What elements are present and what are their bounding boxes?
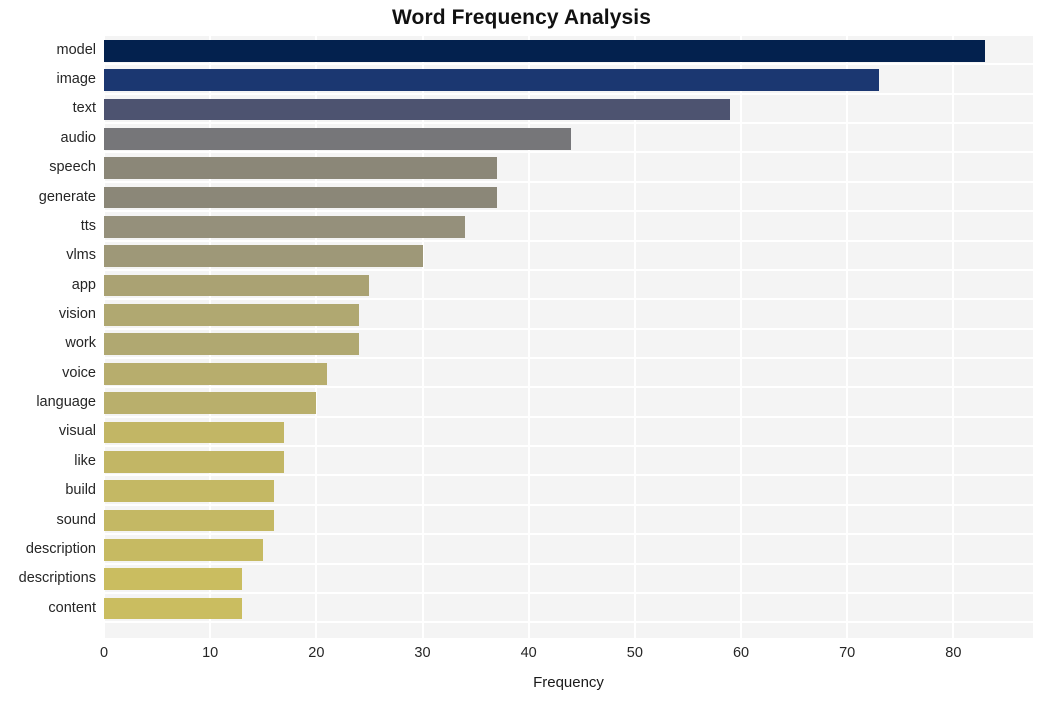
y-tick-label-generate: generate: [38, 188, 96, 205]
y-tick-label-language: language: [36, 394, 96, 411]
x-tick-label-30: 30: [414, 645, 431, 661]
y-tick-label-tts: tts: [80, 217, 96, 234]
x-axis-title: Frequency: [533, 674, 604, 691]
bar-model: [104, 39, 986, 62]
bar-audio: [104, 127, 572, 150]
row-band: [104, 565, 1033, 594]
y-axis-tick-labels: model image text audio speech generate tts vlms…: [0, 36, 96, 638]
bar-language: [104, 392, 317, 414]
y-tick-label-image: image: [56, 71, 97, 88]
y-tick-label-visual: visual: [58, 423, 96, 440]
word-frequency-chart: Word Frequency Analysis model image text au…: [0, 0, 1043, 701]
y-tick-label-description: description: [25, 540, 96, 557]
y-tick-label-work: work: [65, 335, 96, 352]
x-tick-label-50: 50: [626, 645, 643, 661]
y-tick-label-descriptions: descriptions: [18, 570, 96, 587]
bar-tts: [104, 216, 465, 238]
y-tick-label-voice: voice: [62, 364, 96, 381]
y-tick-label-vlms: vlms: [66, 247, 96, 264]
bar-like: [104, 450, 285, 473]
y-tick-label-build: build: [65, 482, 96, 499]
x-tick-label-10: 10: [202, 645, 219, 661]
bar-voice: [104, 362, 327, 385]
bar-build: [104, 480, 274, 503]
bar-image: [104, 69, 880, 91]
bar-description: [104, 539, 264, 561]
y-tick-label-text: text: [72, 100, 96, 117]
y-tick-label-app: app: [71, 276, 96, 293]
x-tick-label-40: 40: [520, 645, 537, 661]
bar-vlms: [104, 245, 423, 268]
y-tick-label-audio: audio: [60, 129, 96, 146]
x-tick-label-0: 0: [99, 645, 109, 661]
chart-title: Word Frequency Analysis: [391, 6, 652, 29]
bar-text: [104, 98, 731, 121]
y-tick-label-content: content: [48, 599, 96, 616]
bar-generate: [104, 186, 497, 209]
y-tick-label-vision: vision: [58, 305, 96, 322]
bar-descriptions: [104, 568, 243, 591]
y-tick-label-model: model: [56, 41, 97, 58]
bar-content: [104, 597, 243, 620]
bar-speech: [104, 157, 497, 179]
row-band: [104, 594, 1033, 624]
bar-sound: [104, 509, 274, 532]
plot-area: [104, 36, 1033, 638]
bar-visual: [104, 421, 285, 444]
y-tick-label-sound: sound: [56, 511, 96, 528]
y-tick-label-speech: speech: [49, 159, 96, 176]
bar-work: [104, 333, 359, 356]
x-tick-label-20: 20: [308, 645, 325, 661]
x-tick-label-60: 60: [732, 645, 750, 661]
y-tick-label-like: like: [74, 452, 96, 469]
bar-vision: [104, 304, 359, 326]
x-tick-label-80: 80: [945, 645, 962, 661]
bar-app: [104, 274, 370, 297]
x-axis-tick-labels: 0 10 20 30 40 50 60 70 80: [0, 645, 1043, 667]
x-tick-label-70: 70: [839, 645, 856, 661]
